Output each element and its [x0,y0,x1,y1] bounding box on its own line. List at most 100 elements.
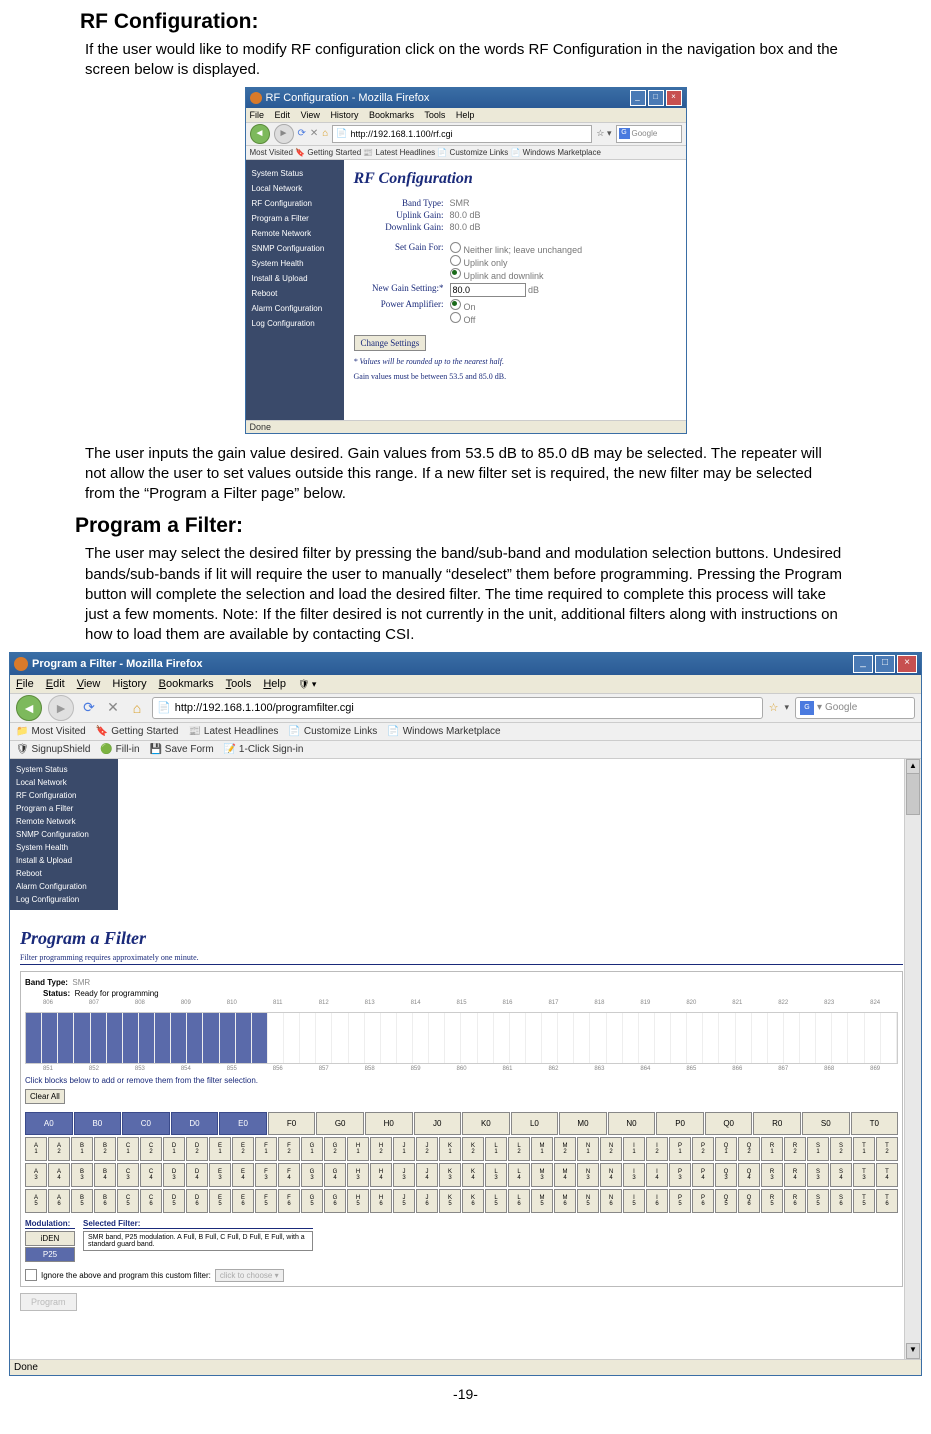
sidebar-item-system-status[interactable]: System Status [246,166,344,181]
subband-button-t4[interactable]: T4 [876,1163,898,1187]
subband-button-i2[interactable]: I2 [646,1137,668,1161]
subband-button-m6[interactable]: M6 [554,1189,576,1213]
subband-button-a2[interactable]: A2 [48,1137,70,1161]
sidebar-item-install-upload[interactable]: Install & Upload [246,271,344,286]
spectrum-block[interactable] [268,1013,284,1063]
menu-history[interactable]: History [330,110,358,120]
subband-button-e4[interactable]: E4 [232,1163,254,1187]
subband-button-e3[interactable]: E3 [209,1163,231,1187]
spectrum-block[interactable] [590,1013,606,1063]
band-button-p0[interactable]: P0 [656,1112,704,1135]
subband-button-h1[interactable]: H1 [347,1137,369,1161]
subband-button-p1[interactable]: P1 [669,1137,691,1161]
subband-button-h3[interactable]: H3 [347,1163,369,1187]
subband-button-l6[interactable]: L6 [508,1189,530,1213]
menu-item[interactable]: Edit [46,678,65,690]
band-button-q0[interactable]: Q0 [705,1112,753,1135]
subband-button-h5[interactable]: H5 [347,1189,369,1213]
subband-button-q1[interactable]: Q1 [715,1137,737,1161]
spectrum-block[interactable] [574,1013,590,1063]
subband-button-l1[interactable]: L1 [485,1137,507,1161]
spectrum-block[interactable] [881,1013,897,1063]
spectrum-block[interactable] [284,1013,300,1063]
menu-item[interactable]: View [77,678,101,690]
subband-button-s1[interactable]: S1 [807,1137,829,1161]
subband-button-g1[interactable]: G1 [301,1137,323,1161]
subband-button-t6[interactable]: T6 [876,1189,898,1213]
bm-latest-headlines[interactable]: 📰 Latest Headlines [188,726,278,737]
band-button-g0[interactable]: G0 [316,1112,364,1135]
band-button-e0[interactable]: E0 [219,1112,267,1135]
spectrum-block[interactable] [187,1013,203,1063]
subband-button-e2[interactable]: E2 [232,1137,254,1161]
stop-icon[interactable]: ✕ [310,128,318,139]
menu-help[interactable]: Help [456,110,475,120]
menu-item[interactable]: Bookmarks [159,678,214,690]
subband-button-g4[interactable]: G4 [324,1163,346,1187]
menu-item[interactable]: Tools [226,678,252,690]
band-button-l0[interactable]: L0 [511,1112,559,1135]
subband-button-d6[interactable]: D6 [186,1189,208,1213]
search-input[interactable]: G▾Google [795,697,915,719]
menu-tools[interactable]: Tools [424,110,445,120]
spectrum-block[interactable] [107,1013,123,1063]
subband-button-r5[interactable]: R5 [761,1189,783,1213]
subband-button-s4[interactable]: S4 [830,1163,852,1187]
close-button[interactable]: × [897,655,917,673]
sidebar-item-system-health[interactable]: System Health [10,841,118,854]
subband-button-c2[interactable]: C2 [140,1137,162,1161]
help-shield-icon[interactable]: 🛡 ▾ [298,679,316,689]
subband-button-j6[interactable]: J6 [416,1189,438,1213]
subband-button-i5[interactable]: I5 [623,1189,645,1213]
home-icon[interactable]: ⌂ [128,699,146,717]
sidebar-item-snmp[interactable]: SNMP Configuration [10,828,118,841]
subband-button-i6[interactable]: I6 [646,1189,668,1213]
radio-neither[interactable] [450,242,461,253]
spectrum-block[interactable] [91,1013,107,1063]
scroll-down-icon[interactable]: ▼ [906,1343,920,1359]
band-button-n0[interactable]: N0 [608,1112,656,1135]
subband-button-j1[interactable]: J1 [393,1137,415,1161]
spectrum-block[interactable] [58,1013,74,1063]
subband-button-a3[interactable]: A3 [25,1163,47,1187]
subband-button-i1[interactable]: I1 [623,1137,645,1161]
home-icon[interactable]: ⌂ [322,128,328,139]
subband-button-b6[interactable]: B6 [94,1189,116,1213]
subband-button-c1[interactable]: C1 [117,1137,139,1161]
maximize-button[interactable]: □ [875,655,895,673]
subband-button-s2[interactable]: S2 [830,1137,852,1161]
subband-button-a6[interactable]: A6 [48,1189,70,1213]
subband-button-p5[interactable]: P5 [669,1189,691,1213]
subband-button-n5[interactable]: N5 [577,1189,599,1213]
subband-button-a4[interactable]: A4 [48,1163,70,1187]
band-button-r0[interactable]: R0 [753,1112,801,1135]
subband-button-a1[interactable]: A1 [25,1137,47,1161]
reload-icon[interactable]: ⟳ [80,699,98,717]
subband-button-l3[interactable]: L3 [485,1163,507,1187]
spectrum-block[interactable] [671,1013,687,1063]
stop-icon[interactable]: ✕ [104,699,122,717]
subband-button-m4[interactable]: M4 [554,1163,576,1187]
subband-button-s6[interactable]: S6 [830,1189,852,1213]
subband-button-a5[interactable]: A5 [25,1189,47,1213]
spectrum-block[interactable] [703,1013,719,1063]
spectrum-block[interactable] [171,1013,187,1063]
band-button-f0[interactable]: F0 [268,1112,316,1135]
band-button-b0[interactable]: B0 [74,1112,122,1135]
subband-button-p6[interactable]: P6 [692,1189,714,1213]
subband-button-c5[interactable]: C5 [117,1189,139,1213]
subband-button-n4[interactable]: N4 [600,1163,622,1187]
subband-button-t3[interactable]: T3 [853,1163,875,1187]
subband-button-d4[interactable]: D4 [186,1163,208,1187]
spectrum-block[interactable] [397,1013,413,1063]
sidebar-item-remote-network[interactable]: Remote Network [10,815,118,828]
subband-button-i3[interactable]: I3 [623,1163,645,1187]
spectrum-block[interactable] [816,1013,832,1063]
band-button-h0[interactable]: H0 [365,1112,413,1135]
subband-button-q2[interactable]: Q2 [738,1137,760,1161]
signupshield-icon[interactable]: 🛡 SignupShield [16,744,90,755]
subband-button-f3[interactable]: F3 [255,1163,277,1187]
sidebar-item-alarm-config[interactable]: Alarm Configuration [10,880,118,893]
menu-file[interactable]: File [250,110,265,120]
scrollbar[interactable]: ▲ ▼ [904,759,921,1359]
